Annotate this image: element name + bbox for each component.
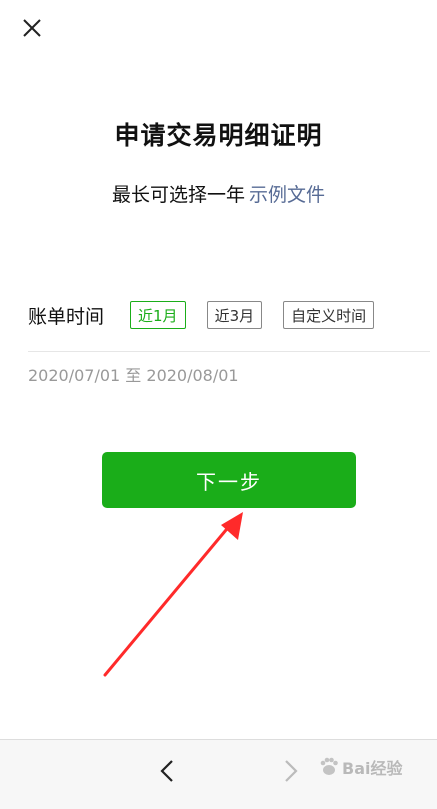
billing-period-label: 账单时间: [28, 305, 105, 328]
chevron-right-icon: [285, 760, 298, 782]
sample-file-link[interactable]: 示例文件: [249, 184, 325, 206]
subtitle: 最长可选择一年 示例文件: [0, 180, 437, 207]
date-range: 2020/07/01 至 2020/08/01: [28, 366, 239, 385]
billing-period-row: 账单时间 近1月 近3月 自定义时间: [28, 298, 395, 332]
baidu-watermark: Bai经验: [318, 755, 402, 779]
divider: [28, 351, 430, 352]
next-step-button[interactable]: 下一步: [102, 452, 356, 508]
close-icon: [23, 19, 41, 37]
app-screen: 申请交易明细证明 最长可选择一年 示例文件 账单时间 近1月 近3月 自定义时间 …: [0, 0, 437, 809]
forward-button[interactable]: [274, 754, 308, 788]
subtitle-text: 最长可选择一年: [111, 184, 245, 206]
close-button[interactable]: [14, 10, 50, 46]
page-title: 申请交易明细证明: [114, 121, 323, 150]
paw-icon: [320, 757, 338, 775]
watermark-text: Bai经验: [342, 759, 403, 778]
period-option-custom[interactable]: 自定义时间: [283, 301, 375, 329]
period-option-3-months[interactable]: 近3月: [206, 301, 263, 329]
chevron-left-icon: [160, 760, 173, 782]
period-option-1-month[interactable]: 近1月: [130, 301, 186, 329]
back-button[interactable]: [150, 754, 184, 788]
